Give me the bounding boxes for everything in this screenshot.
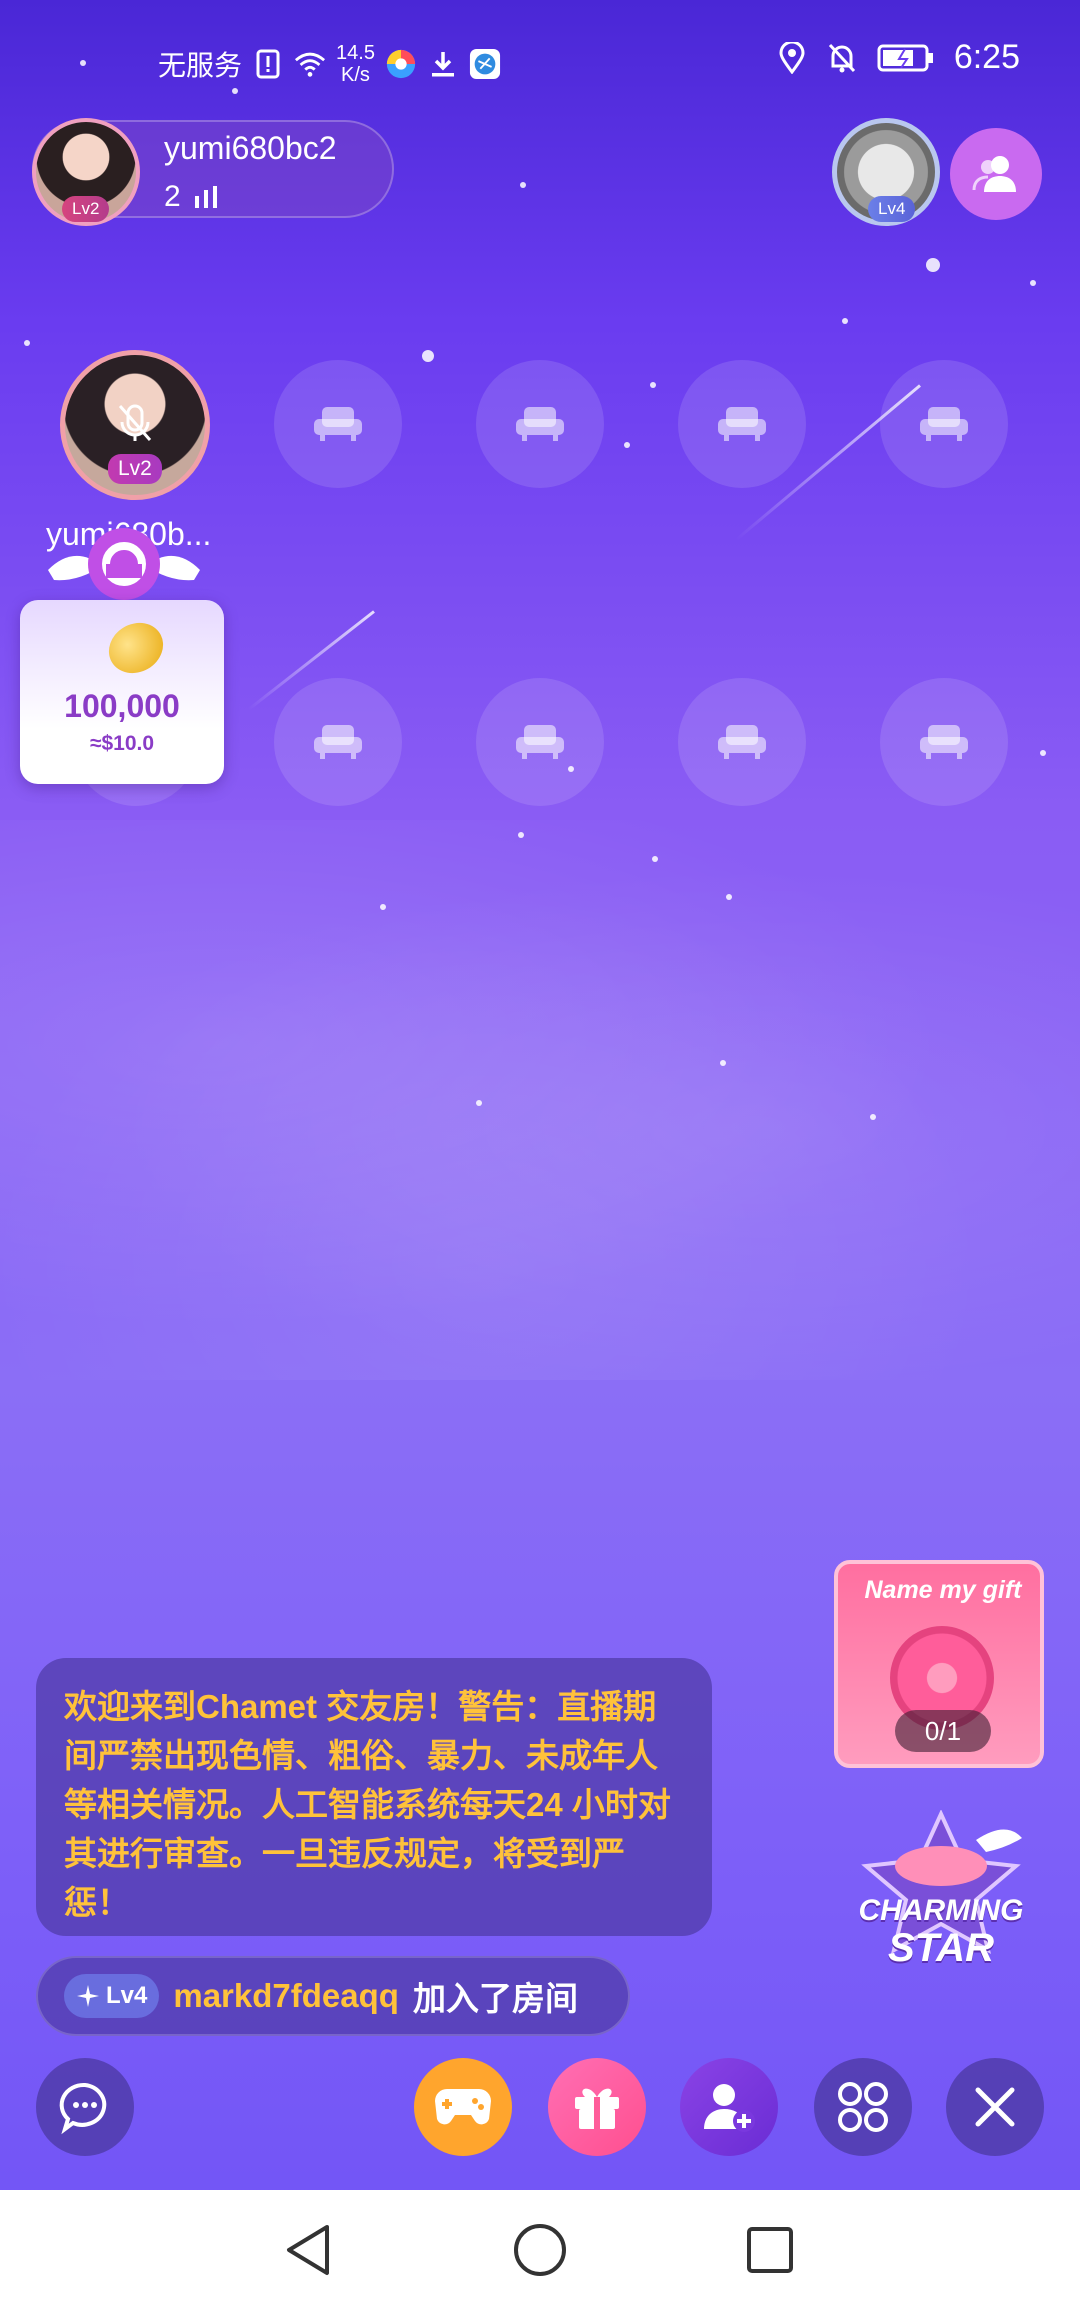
audience-count-value: 2 [164,180,181,213]
star-decoration [24,340,30,346]
close-room-button[interactable] [946,2058,1044,2156]
star-decoration [422,350,434,362]
star-label: STAR [888,1926,994,1970]
back-triangle-icon [287,2225,329,2275]
star-decoration [870,1114,876,1120]
members-icon [972,156,1016,192]
add-user-icon [704,2084,755,2132]
invite-user-button[interactable] [680,2058,778,2156]
empty-seat[interactable] [476,360,604,488]
game-controller-icon [435,2089,491,2125]
sofa-icon [314,407,362,441]
star-decoration [726,894,732,900]
empty-seat[interactable] [476,678,604,806]
nav-back-button[interactable] [278,2220,338,2280]
home-circle-icon [514,2224,566,2276]
join-message: Lv4 markd7fdeaqq 加入了房间 [36,1956,630,2036]
recents-square-icon [747,2227,793,2273]
apps-icon [838,2082,888,2132]
system-navigation-bar [0,2190,1080,2310]
charming-label: CHARMING [858,1894,1024,1927]
wifi-icon [294,48,326,80]
empty-seat[interactable] [880,360,1008,488]
star-decoration [624,442,630,448]
sofa-icon [718,407,766,441]
bell-muted-icon [826,42,858,74]
sofa-icon [718,725,766,759]
user-level-text: Lv4 [106,1982,148,2009]
star-decoration [380,904,386,910]
more-apps-button[interactable] [814,2058,912,2156]
chat-icon [59,2082,107,2135]
status-bar: 无服务 14.5 K/s 6:25 [0,30,1080,90]
coin-icon [99,613,173,683]
empty-seat[interactable] [880,678,1008,806]
members-button[interactable] [950,128,1042,220]
speed-value: 14.5 [336,42,375,64]
browser-app-icon [385,48,417,80]
empty-seat[interactable] [274,360,402,488]
coin-reward-card[interactable]: 100,000 ≈$10.0 [20,600,224,784]
location-icon [776,41,808,74]
close-icon [975,2087,1015,2127]
app-notification-icon [469,48,501,80]
battery-icon [876,42,936,74]
sofa-icon [516,725,564,759]
signal-bars-icon [194,186,217,208]
star-decoration [720,1060,726,1066]
sofa-icon [516,407,564,441]
nav-home-button[interactable] [510,2220,570,2280]
host-name: yumi680bc2 [164,130,337,166]
sparkle-icon [77,1985,99,2007]
room-welcome-notice: 欢迎来到Chamet 交友房！警告：直播期间严禁出现色情、粗俗、暴力、未成年人等… [36,1658,712,1936]
star-decoration [1030,280,1036,286]
empty-seat[interactable] [274,678,402,806]
gift-promo-title: Name my gift [864,1576,1022,1604]
star-decoration [650,382,656,388]
background-clouds [0,820,1080,1380]
top-contributor-level: Lv4 [868,196,916,222]
gift-button[interactable] [548,2058,646,2156]
coin-amount: 100,000 [64,688,180,724]
name-my-gift-card[interactable]: Name my gift 0/1 [834,1560,1044,1768]
empty-seat[interactable] [678,360,806,488]
empty-seat[interactable] [678,678,806,806]
network-speed: 14.5 K/s [336,42,375,86]
mic-muted-icon [118,404,152,441]
gift-progress: 0/1 [895,1710,991,1752]
clock: 6:25 [953,38,1020,76]
speed-unit: K/s [341,64,370,86]
live-room-screen: 无服务 14.5 K/s 6:25 Lv2 yumi680bc2 2 Lv4 L… [0,0,1080,2190]
star-decoration [518,832,524,838]
status-left: 无服务 14.5 K/s [158,42,501,86]
nav-recents-button[interactable] [740,2220,800,2280]
gift-icon [575,2088,619,2129]
winged-mascot-icon [48,528,200,600]
seat-1-level: Lv2 [108,454,162,484]
audience-count[interactable]: 2 [164,180,219,214]
host-level-badge: Lv2 [62,196,110,222]
coin-usd-value: ≈$10.0 [89,732,155,755]
star-decoration [842,318,848,324]
game-button[interactable] [414,2058,512,2156]
joined-username[interactable]: markd7fdeaqq [173,1977,399,2015]
status-right: 6:25 [776,38,1020,77]
star-decoration [1040,750,1046,756]
sofa-icon [314,725,362,759]
charming-star-banner[interactable]: CHARMING STAR [846,1809,1036,1980]
user-level-badge: Lv4 [64,1974,160,2018]
chat-button[interactable] [36,2058,134,2156]
sofa-icon [920,407,968,441]
star-decoration [652,856,658,862]
join-action-text: 加入了房间 [412,1980,578,2017]
carrier-text: 无服务 [158,50,243,81]
star-decoration [520,182,526,188]
sim-alert-icon [252,48,284,80]
star-decoration [926,258,940,272]
star-decoration [476,1100,482,1106]
sofa-icon [920,725,968,759]
download-icon [427,48,459,80]
